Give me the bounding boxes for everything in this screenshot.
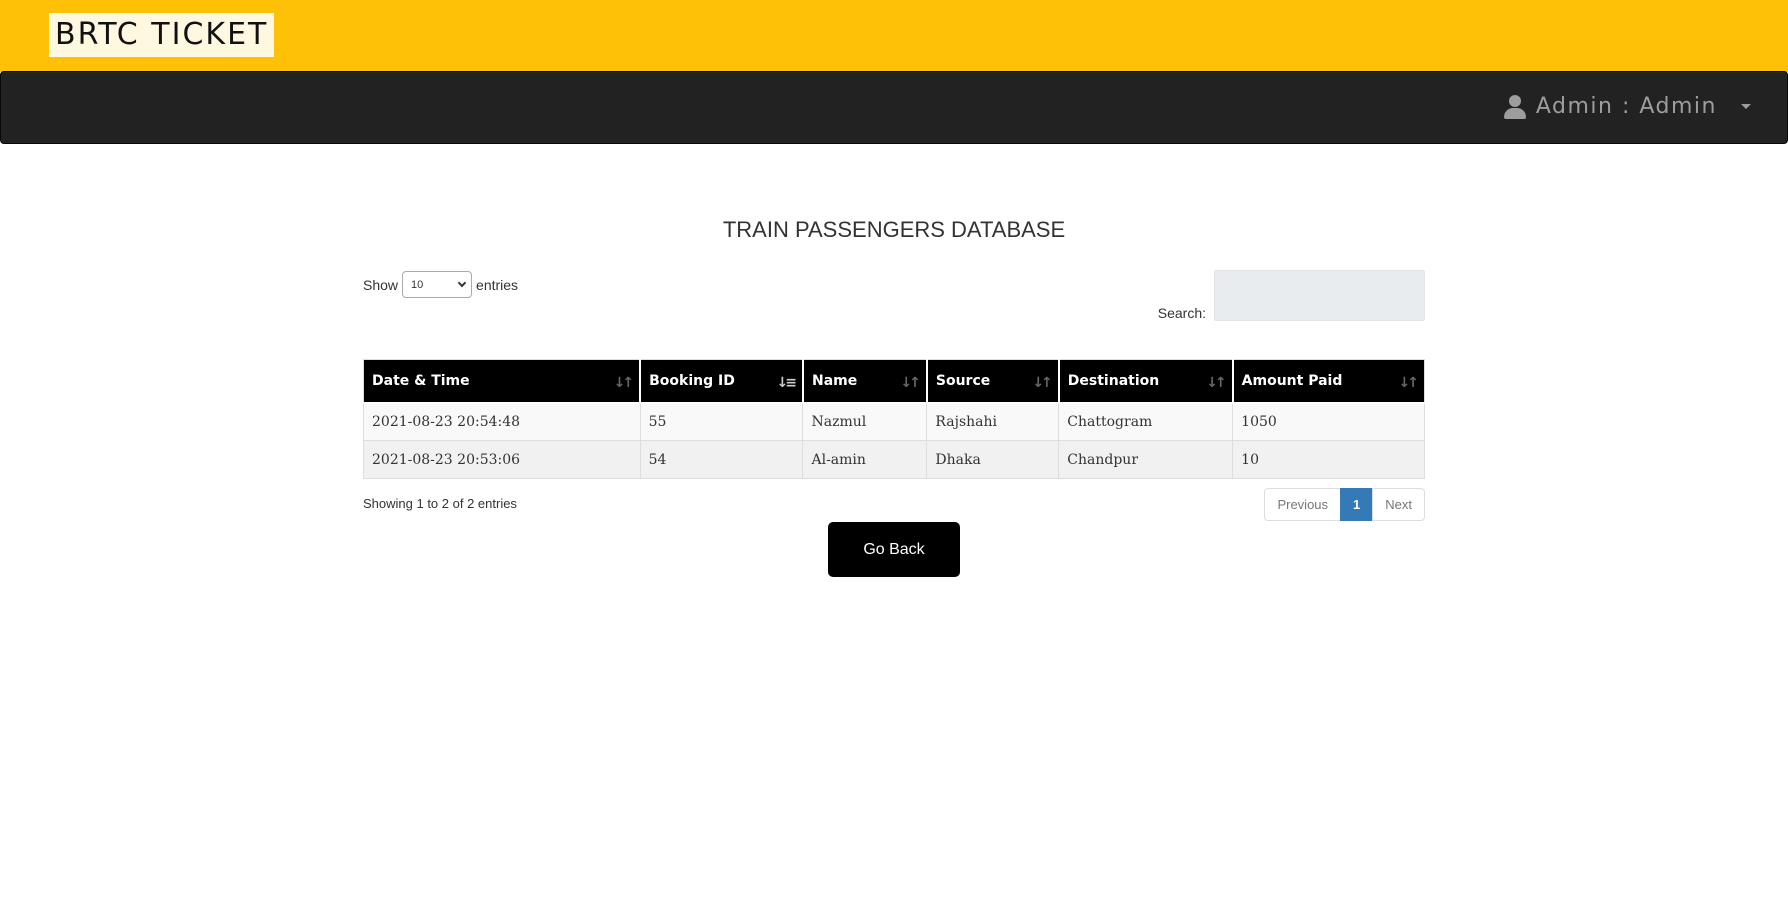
column-header-destination[interactable]: Destination ↓↑ — [1057, 359, 1234, 404]
top-bar: BRTC TICKET — [0, 0, 1788, 72]
column-header-label: Amount Paid — [1241, 372, 1343, 389]
admin-dropdown[interactable]: Admin : Admin — [1503, 94, 1751, 119]
column-header-source[interactable]: Source ↓↑ — [925, 359, 1060, 404]
search-label: Search: — [1157, 305, 1206, 321]
column-header-amount-paid[interactable]: Amount Paid ↓↑ — [1231, 359, 1425, 404]
go-back-button[interactable]: Go Back — [828, 522, 960, 577]
sort-icon: ↓↑ — [1032, 375, 1053, 391]
table-row: 2021-08-23 20:53:06 54 Al-amin Dhaka Cha… — [363, 440, 1425, 479]
table-header-row: Date & Time ↓↑ Booking ID ↓≡ Name ↓↑ Source… — [363, 359, 1425, 404]
sort-icon: ↓↑ — [1398, 375, 1420, 391]
cell-amount-paid: 1050 — [1232, 402, 1425, 441]
entries-label: entries — [476, 276, 519, 293]
cell-date-time: 2021-08-23 20:53:06 — [363, 440, 641, 479]
column-header-label: Date & Time — [372, 372, 470, 389]
column-header-label: Source — [935, 372, 991, 389]
navbar: Admin : Admin — [0, 71, 1788, 144]
chevron-down-icon — [457, 278, 467, 288]
cell-source: Rajshahi — [926, 402, 1060, 441]
cell-name: Nazmul — [802, 402, 928, 441]
page-1-button[interactable]: 1 — [1340, 488, 1374, 521]
column-header-label: Booking ID — [649, 372, 735, 389]
cell-amount-paid: 10 — [1232, 440, 1425, 479]
column-header-label: Destination — [1067, 372, 1160, 389]
cell-destination: Chandpur — [1058, 440, 1234, 479]
table-row: 2021-08-23 20:54:48 55 Nazmul Rajshahi C… — [363, 402, 1425, 441]
admin-label: Admin : Admin — [1535, 94, 1717, 119]
next-page-button[interactable]: Next — [1372, 488, 1425, 521]
entries-select-value: 10 — [411, 278, 424, 291]
column-header-date-time[interactable]: Date & Time ↓↑ — [363, 359, 642, 404]
pagination: Previous 1 Next — [1264, 488, 1425, 521]
search-input[interactable] — [1214, 270, 1425, 321]
cell-destination: Chattogram — [1058, 402, 1234, 441]
cell-booking-id: 55 — [639, 402, 804, 441]
column-header-booking-id[interactable]: Booking ID ↓≡ — [639, 359, 804, 404]
sort-icon: ↓↑ — [1206, 375, 1227, 391]
cell-booking-id: 54 — [639, 440, 804, 479]
column-header-name[interactable]: Name ↓↑ — [801, 359, 928, 404]
page-title: TRAIN PASSENGERS DATABASE — [722, 217, 1066, 242]
sort-icon: ↓↑ — [613, 375, 635, 391]
cell-source: Dhaka — [926, 440, 1060, 479]
show-label: Show — [363, 276, 399, 293]
cell-name: Al-amin — [802, 440, 928, 479]
sort-desc-icon: ↓≡ — [776, 375, 798, 391]
sort-icon: ↓↑ — [900, 375, 921, 391]
passengers-table: Date & Time ↓↑ Booking ID ↓≡ Name ↓↑ Source… — [363, 359, 1425, 479]
cell-date-time: 2021-08-23 20:54:48 — [363, 402, 641, 441]
search-control: Search: — [1158, 270, 1425, 321]
user-icon — [1503, 94, 1526, 119]
table-info: Showing 1 to 2 of 2 entries — [363, 496, 517, 511]
entries-select[interactable]: 10 — [402, 271, 473, 298]
previous-page-button[interactable]: Previous — [1264, 488, 1342, 521]
column-header-label: Name — [811, 372, 858, 389]
entries-length-control: Show 10 entries — [363, 271, 518, 298]
caret-down-icon — [1741, 104, 1751, 109]
brand-logo[interactable]: BRTC TICKET — [49, 13, 275, 57]
